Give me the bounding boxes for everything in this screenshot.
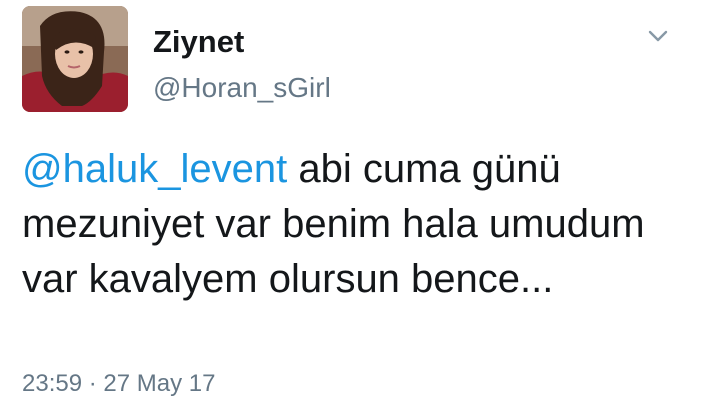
timestamp-separator: · [82, 370, 104, 397]
tweet-card: Ziynet @Horan_sGirl @haluk_levent abi cu… [0, 0, 710, 418]
mention-link[interactable]: @haluk_levent [22, 147, 287, 191]
display-name[interactable]: Ziynet [153, 22, 244, 62]
chevron-down-icon[interactable] [646, 24, 670, 48]
avatar[interactable] [22, 6, 128, 112]
tweet-text: @haluk_levent abi cuma günü mezuniyet va… [22, 142, 692, 307]
profile-photo [22, 6, 128, 112]
tweet-time: 23:59 [22, 370, 83, 397]
timestamp[interactable]: 23:59 · 27 May 17 [22, 368, 215, 400]
user-handle[interactable]: @Horan_sGirl [153, 70, 331, 106]
tweet-date: 27 May 17 [103, 370, 216, 397]
